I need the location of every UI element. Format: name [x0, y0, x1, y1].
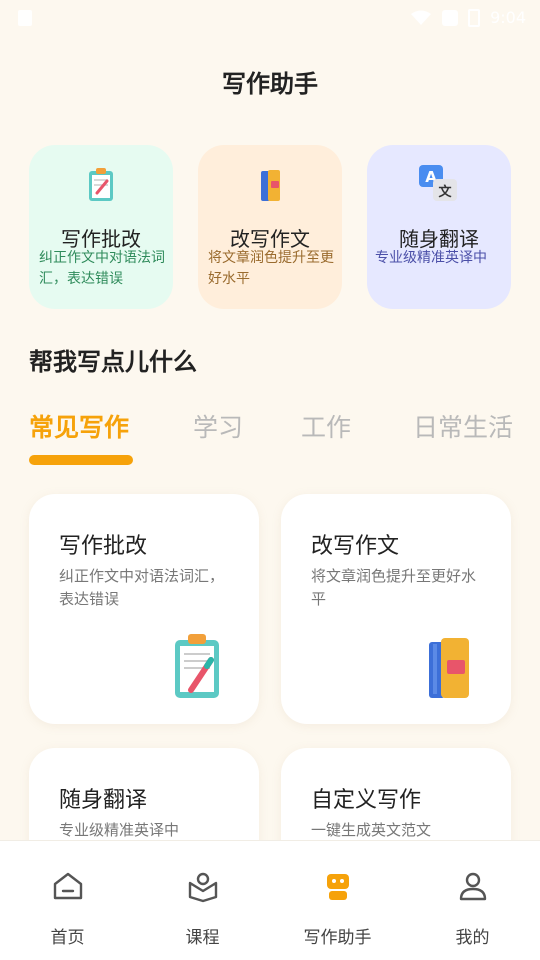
- translate-icon: A 文: [419, 165, 457, 201]
- card-writing-correction[interactable]: 写作批改 纠正作文中对语法词汇，表达错误: [29, 494, 259, 724]
- page-title: 写作助手: [222, 70, 318, 98]
- nav-writing-assistant[interactable]: 写作助手: [270, 841, 405, 960]
- quick-action-subtitle: 专业级精准英译中: [375, 250, 487, 266]
- nav-label: 课程: [185, 928, 220, 948]
- tab-common-writing[interactable]: 常见写作: [29, 408, 129, 444]
- tab-work[interactable]: 工作: [301, 408, 351, 444]
- status-time: 9:04: [490, 8, 526, 27]
- battery-icon: [468, 8, 481, 27]
- nav-profile[interactable]: 我的: [405, 841, 540, 960]
- wifi-icon: [411, 10, 432, 25]
- book-icon: [261, 170, 280, 201]
- card-title: 改写作文: [311, 534, 400, 559]
- card-subtitle: 将文章润色提升至更好水平: [311, 567, 477, 608]
- quick-action-subtitle: 将文章润色提升至更好水平: [208, 250, 334, 287]
- nav-label: 首页: [50, 928, 85, 948]
- home-icon: [53, 872, 82, 900]
- signal-icon: [442, 9, 459, 26]
- card-title: 随身翻译: [59, 788, 148, 813]
- active-tab-indicator: [29, 455, 133, 465]
- quick-actions: 写作批改 纠正作文中对语法词汇，表达错误 改写作文 将文章润色提升至更好水平 A…: [29, 145, 511, 309]
- nav-courses[interactable]: 课程: [135, 841, 270, 960]
- nav-label: 写作助手: [303, 928, 372, 948]
- bottom-navigation: 首页 课程 写作助手 我的: [0, 840, 540, 960]
- nav-label: 我的: [455, 928, 490, 948]
- course-icon: [188, 872, 217, 903]
- card-subtitle: 专业级精准英译中: [59, 821, 180, 839]
- quick-action-translate[interactable]: A 文 随身翻译 专业级精准英译中: [367, 145, 511, 309]
- clipboard-pen-icon: [175, 634, 219, 698]
- tab-study[interactable]: 学习: [193, 408, 243, 444]
- section-title: 帮我写点儿什么: [29, 348, 197, 376]
- quick-action-rewrite[interactable]: 改写作文 将文章润色提升至更好水平: [198, 145, 342, 309]
- card-title: 写作批改: [59, 534, 148, 559]
- status-icons: 9:04: [410, 8, 526, 27]
- card-subtitle: 一键生成英文范文: [311, 821, 432, 839]
- svg-text:文: 文: [438, 184, 452, 200]
- nav-home[interactable]: 首页: [0, 841, 135, 960]
- status-bar: 9:04: [0, 0, 540, 40]
- card-rewrite[interactable]: 改写作文 将文章润色提升至更好水平: [281, 494, 511, 724]
- clipboard-pen-icon: [89, 168, 113, 201]
- notification-icon: [18, 10, 32, 26]
- book-icon: [429, 638, 469, 698]
- quick-action-subtitle: 纠正作文中对语法词汇，表达错误: [39, 250, 165, 287]
- quick-action-writing-correction[interactable]: 写作批改 纠正作文中对语法词汇，表达错误: [29, 145, 173, 309]
- tab-daily-life[interactable]: 日常生活: [413, 408, 513, 444]
- profile-icon: [459, 872, 486, 901]
- category-tabs: 常见写作 学习 工作 日常生活: [29, 408, 529, 468]
- card-subtitle: 纠正作文中对语法词汇，表达错误: [59, 567, 225, 608]
- card-title: 自定义写作: [311, 788, 422, 813]
- robot-icon: [326, 874, 349, 900]
